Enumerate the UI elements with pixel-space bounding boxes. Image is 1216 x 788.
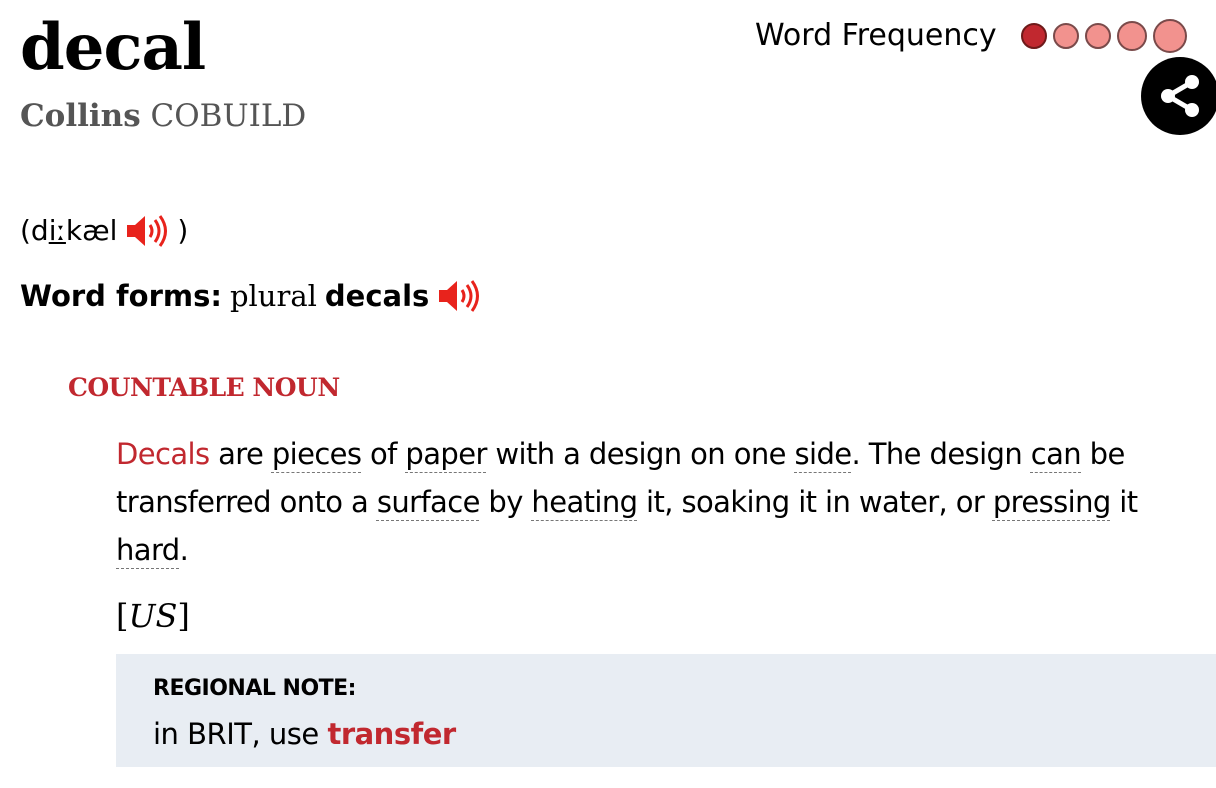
definition-link[interactable]: paper	[405, 437, 487, 471]
speaker-icon[interactable]	[437, 278, 481, 314]
definition-link[interactable]: pressing	[993, 485, 1111, 519]
definition-text: it, soaking it in water, or	[637, 485, 993, 519]
usage-open: [	[116, 597, 129, 635]
pron-open: (d	[20, 214, 49, 247]
word-forms-label: Word forms:	[20, 279, 222, 313]
usage-close: ]	[177, 597, 190, 635]
definition-link[interactable]: side	[794, 437, 852, 471]
definition-link[interactable]: can	[1031, 437, 1082, 471]
share-icon	[1161, 75, 1199, 117]
regional-note-body: in BRIT, use transfer	[153, 714, 456, 754]
definition-text: are	[209, 437, 272, 471]
frequency-dot	[1116, 21, 1147, 51]
definition-text: it	[1110, 485, 1138, 519]
source-name: COBUILD	[150, 98, 307, 134]
definition-text: with a design on one	[486, 437, 795, 471]
frequency-dot	[1020, 23, 1047, 49]
headword: decal	[20, 10, 206, 85]
regional-note-title: REGIONAL NOTE:	[153, 676, 356, 701]
pron-rest: kæl	[65, 214, 118, 247]
definition-link[interactable]: hard	[116, 533, 180, 567]
speaker-icon[interactable]	[125, 213, 169, 249]
regional-note: REGIONAL NOTE: in BRIT, use transfer	[116, 654, 1216, 767]
word-form-value: decals	[324, 279, 430, 313]
definition-headword: Decals	[116, 437, 210, 471]
dictionary-source: Collins COBUILD	[20, 96, 306, 136]
word-form-type: plural	[229, 279, 317, 313]
part-of-speech: COUNTABLE NOUN	[68, 373, 340, 402]
source-brand: Collins	[20, 98, 141, 134]
definition-text: of	[361, 437, 406, 471]
word-frequency: Word Frequency	[755, 14, 1187, 58]
definition-link[interactable]: heating	[531, 485, 638, 519]
definition-text: by	[479, 485, 532, 519]
frequency-dot	[1084, 23, 1111, 49]
frequency-dots	[1020, 19, 1187, 53]
usage-label: [US]	[116, 592, 190, 640]
word-frequency-label: Word Frequency	[755, 18, 997, 53]
cross-reference-link[interactable]: transfer	[327, 717, 456, 751]
pronunciation: (d iː kæl )	[20, 210, 188, 252]
definition-text: .	[179, 533, 189, 567]
definition: Decals are pieces of paper with a design…	[116, 430, 1216, 574]
frequency-dot	[1052, 23, 1079, 49]
definition-link[interactable]: pieces	[272, 437, 362, 471]
usage-region: US	[128, 597, 178, 635]
definition-link[interactable]: surface	[377, 485, 481, 519]
share-button[interactable]	[1141, 57, 1216, 135]
pron-close: )	[177, 214, 189, 247]
regional-note-text: in BRIT, use	[153, 717, 328, 751]
word-forms: Word forms: plural decals	[20, 274, 489, 318]
pron-stressed: iː	[48, 214, 66, 247]
definition-text: . The design	[851, 437, 1031, 471]
frequency-dot	[1152, 19, 1187, 53]
